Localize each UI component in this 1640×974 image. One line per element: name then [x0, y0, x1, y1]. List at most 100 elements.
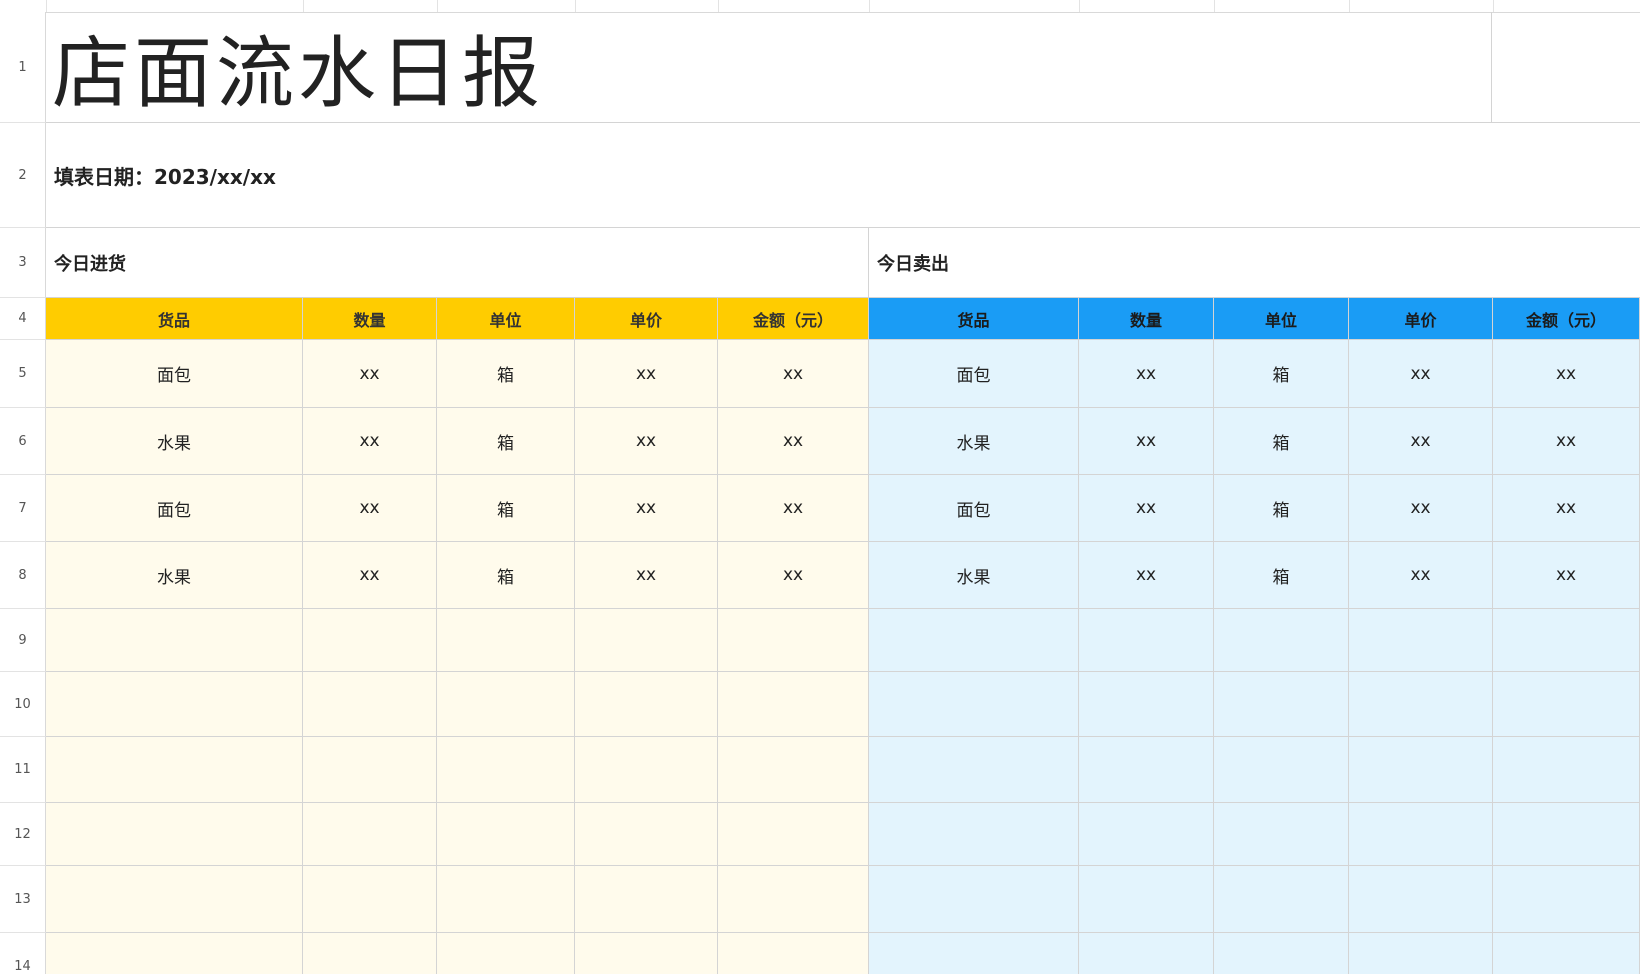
- row-number[interactable]: 2: [0, 123, 46, 228]
- sold-table-cell[interactable]: [1493, 933, 1640, 974]
- sold-table-cell[interactable]: [1214, 737, 1349, 803]
- incoming-table-cell[interactable]: [575, 933, 718, 974]
- incoming-table-cell[interactable]: [303, 737, 437, 803]
- incoming-table-cell[interactable]: [303, 609, 437, 672]
- sold-header-cell[interactable]: 单价: [1349, 298, 1493, 340]
- empty-cell[interactable]: [1492, 12, 1640, 123]
- section-incoming-cell[interactable]: 今日进货: [46, 228, 869, 298]
- incoming-table-cell[interactable]: [46, 933, 303, 974]
- incoming-table-cell[interactable]: xx: [718, 542, 869, 609]
- incoming-header-cell[interactable]: 货品: [46, 298, 303, 340]
- sold-table-cell[interactable]: 水果: [869, 542, 1079, 609]
- sold-table-cell[interactable]: xx: [1079, 408, 1214, 475]
- row-number[interactable]: 3: [0, 228, 46, 298]
- incoming-table-cell[interactable]: [46, 672, 303, 737]
- row-number[interactable]: 12: [0, 803, 46, 866]
- sold-table-cell[interactable]: xx: [1493, 475, 1640, 542]
- incoming-header-cell[interactable]: 单位: [437, 298, 575, 340]
- incoming-table-cell[interactable]: xx: [303, 542, 437, 609]
- sold-table-cell[interactable]: xx: [1349, 542, 1493, 609]
- row-number[interactable]: 10: [0, 672, 46, 737]
- incoming-table-cell[interactable]: [46, 866, 303, 933]
- incoming-table-cell[interactable]: [46, 609, 303, 672]
- incoming-header-cell[interactable]: 金额（元）: [718, 298, 869, 340]
- sold-table-cell[interactable]: [1493, 672, 1640, 737]
- incoming-table-cell[interactable]: xx: [303, 475, 437, 542]
- sold-table-cell[interactable]: 箱: [1214, 408, 1349, 475]
- incoming-table-cell[interactable]: [303, 672, 437, 737]
- incoming-table-cell[interactable]: [437, 933, 575, 974]
- row-number[interactable]: 6: [0, 408, 46, 475]
- row-number[interactable]: 8: [0, 542, 46, 609]
- incoming-table-cell[interactable]: 水果: [46, 542, 303, 609]
- sold-table-cell[interactable]: xx: [1079, 340, 1214, 408]
- sheet-title-cell[interactable]: 店面流水日报: [46, 12, 1492, 123]
- incoming-table-cell[interactable]: [718, 737, 869, 803]
- sold-table-cell[interactable]: 箱: [1214, 475, 1349, 542]
- incoming-table-cell[interactable]: [303, 933, 437, 974]
- incoming-table-cell[interactable]: [718, 933, 869, 974]
- incoming-table-cell[interactable]: [437, 737, 575, 803]
- row-number[interactable]: 14: [0, 933, 46, 974]
- sold-table-cell[interactable]: [869, 803, 1079, 866]
- incoming-table-cell[interactable]: [46, 803, 303, 866]
- sold-table-cell[interactable]: [1349, 737, 1493, 803]
- incoming-table-cell[interactable]: [437, 609, 575, 672]
- sold-table-cell[interactable]: [1079, 737, 1214, 803]
- sold-table-cell[interactable]: xx: [1493, 542, 1640, 609]
- sold-table-cell[interactable]: [869, 933, 1079, 974]
- sold-table-cell[interactable]: [869, 609, 1079, 672]
- sold-table-cell[interactable]: [1214, 609, 1349, 672]
- sold-table-cell[interactable]: [1214, 933, 1349, 974]
- incoming-table-cell[interactable]: xx: [575, 408, 718, 475]
- incoming-table-cell[interactable]: 箱: [437, 475, 575, 542]
- incoming-table-cell[interactable]: 水果: [46, 408, 303, 475]
- sold-table-cell[interactable]: [1493, 803, 1640, 866]
- incoming-table-cell[interactable]: 面包: [46, 475, 303, 542]
- sold-table-cell[interactable]: [869, 672, 1079, 737]
- sold-header-cell[interactable]: 金额（元）: [1493, 298, 1640, 340]
- sold-header-cell[interactable]: 货品: [869, 298, 1079, 340]
- sold-table-cell[interactable]: [1493, 866, 1640, 933]
- incoming-table-cell[interactable]: [303, 803, 437, 866]
- incoming-table-cell[interactable]: [575, 803, 718, 866]
- sold-table-cell[interactable]: xx: [1493, 408, 1640, 475]
- sold-table-cell[interactable]: xx: [1079, 475, 1214, 542]
- sold-table-cell[interactable]: xx: [1349, 475, 1493, 542]
- incoming-header-cell[interactable]: 单价: [575, 298, 718, 340]
- sold-table-cell[interactable]: 箱: [1214, 542, 1349, 609]
- incoming-table-cell[interactable]: xx: [303, 408, 437, 475]
- sold-table-cell[interactable]: [1214, 672, 1349, 737]
- sold-table-cell[interactable]: [1214, 866, 1349, 933]
- incoming-table-cell[interactable]: 箱: [437, 340, 575, 408]
- sold-table-cell[interactable]: 面包: [869, 475, 1079, 542]
- incoming-table-cell[interactable]: [437, 672, 575, 737]
- incoming-table-cell[interactable]: [437, 803, 575, 866]
- section-sold-cell[interactable]: 今日卖出: [869, 228, 1640, 298]
- row-number[interactable]: 13: [0, 866, 46, 933]
- row-number[interactable]: 1: [0, 12, 46, 123]
- incoming-table-cell[interactable]: [575, 672, 718, 737]
- sold-table-cell[interactable]: [1349, 866, 1493, 933]
- incoming-table-cell[interactable]: xx: [718, 475, 869, 542]
- sold-table-cell[interactable]: 面包: [869, 340, 1079, 408]
- incoming-table-cell[interactable]: [718, 803, 869, 866]
- incoming-table-cell[interactable]: [575, 866, 718, 933]
- sold-table-cell[interactable]: [1079, 866, 1214, 933]
- incoming-table-cell[interactable]: [575, 609, 718, 672]
- sold-table-cell[interactable]: [1079, 672, 1214, 737]
- sold-table-cell[interactable]: 箱: [1214, 340, 1349, 408]
- incoming-table-cell[interactable]: 面包: [46, 340, 303, 408]
- incoming-table-cell[interactable]: xx: [575, 475, 718, 542]
- incoming-table-cell[interactable]: [303, 866, 437, 933]
- incoming-table-cell[interactable]: [575, 737, 718, 803]
- incoming-table-cell[interactable]: [718, 672, 869, 737]
- sold-table-cell[interactable]: xx: [1079, 542, 1214, 609]
- sold-table-cell[interactable]: [1079, 933, 1214, 974]
- sold-header-cell[interactable]: 数量: [1079, 298, 1214, 340]
- sold-table-cell[interactable]: [1079, 609, 1214, 672]
- sold-table-cell[interactable]: [869, 737, 1079, 803]
- row-number[interactable]: 4: [0, 298, 46, 340]
- incoming-table-cell[interactable]: xx: [718, 408, 869, 475]
- sold-table-cell[interactable]: [1214, 803, 1349, 866]
